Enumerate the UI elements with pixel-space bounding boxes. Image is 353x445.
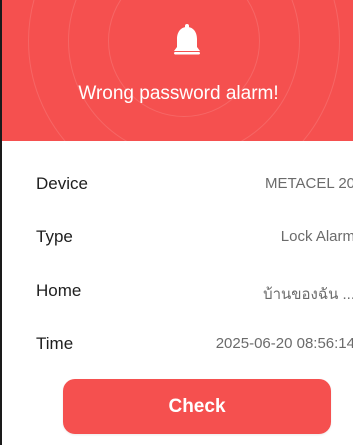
detail-label: Home — [36, 281, 82, 300]
detail-row-type: Type Lock Alarm — [2, 223, 353, 253]
detail-value: METACEL 20 — [264, 175, 353, 192]
bell-icon — [174, 24, 200, 55]
detail-value: 2025-06-20 08:56:14 — [215, 335, 353, 352]
detail-label: Type — [36, 227, 73, 246]
alarm-title: Wrong password alarm! — [78, 83, 279, 104]
detail-row-time: Time 2025-06-20 08:56:14 — [2, 330, 353, 360]
detail-label: Time — [36, 334, 74, 353]
check-button[interactable]: Check — [63, 379, 331, 434]
detail-row-device: Device METACEL 20 — [2, 170, 353, 200]
alarm-header: Wrong password alarm! — [2, 0, 353, 141]
detail-label: Device — [36, 174, 88, 193]
alarm-dialog: Wrong password alarm! Device METACEL 20 … — [0, 0, 353, 445]
detail-value: Lock Alarm — [280, 228, 353, 245]
detail-value: บ้านของฉัน ... — [263, 286, 353, 303]
detail-row-home: Home บ้านของฉัน ... — [2, 277, 353, 307]
